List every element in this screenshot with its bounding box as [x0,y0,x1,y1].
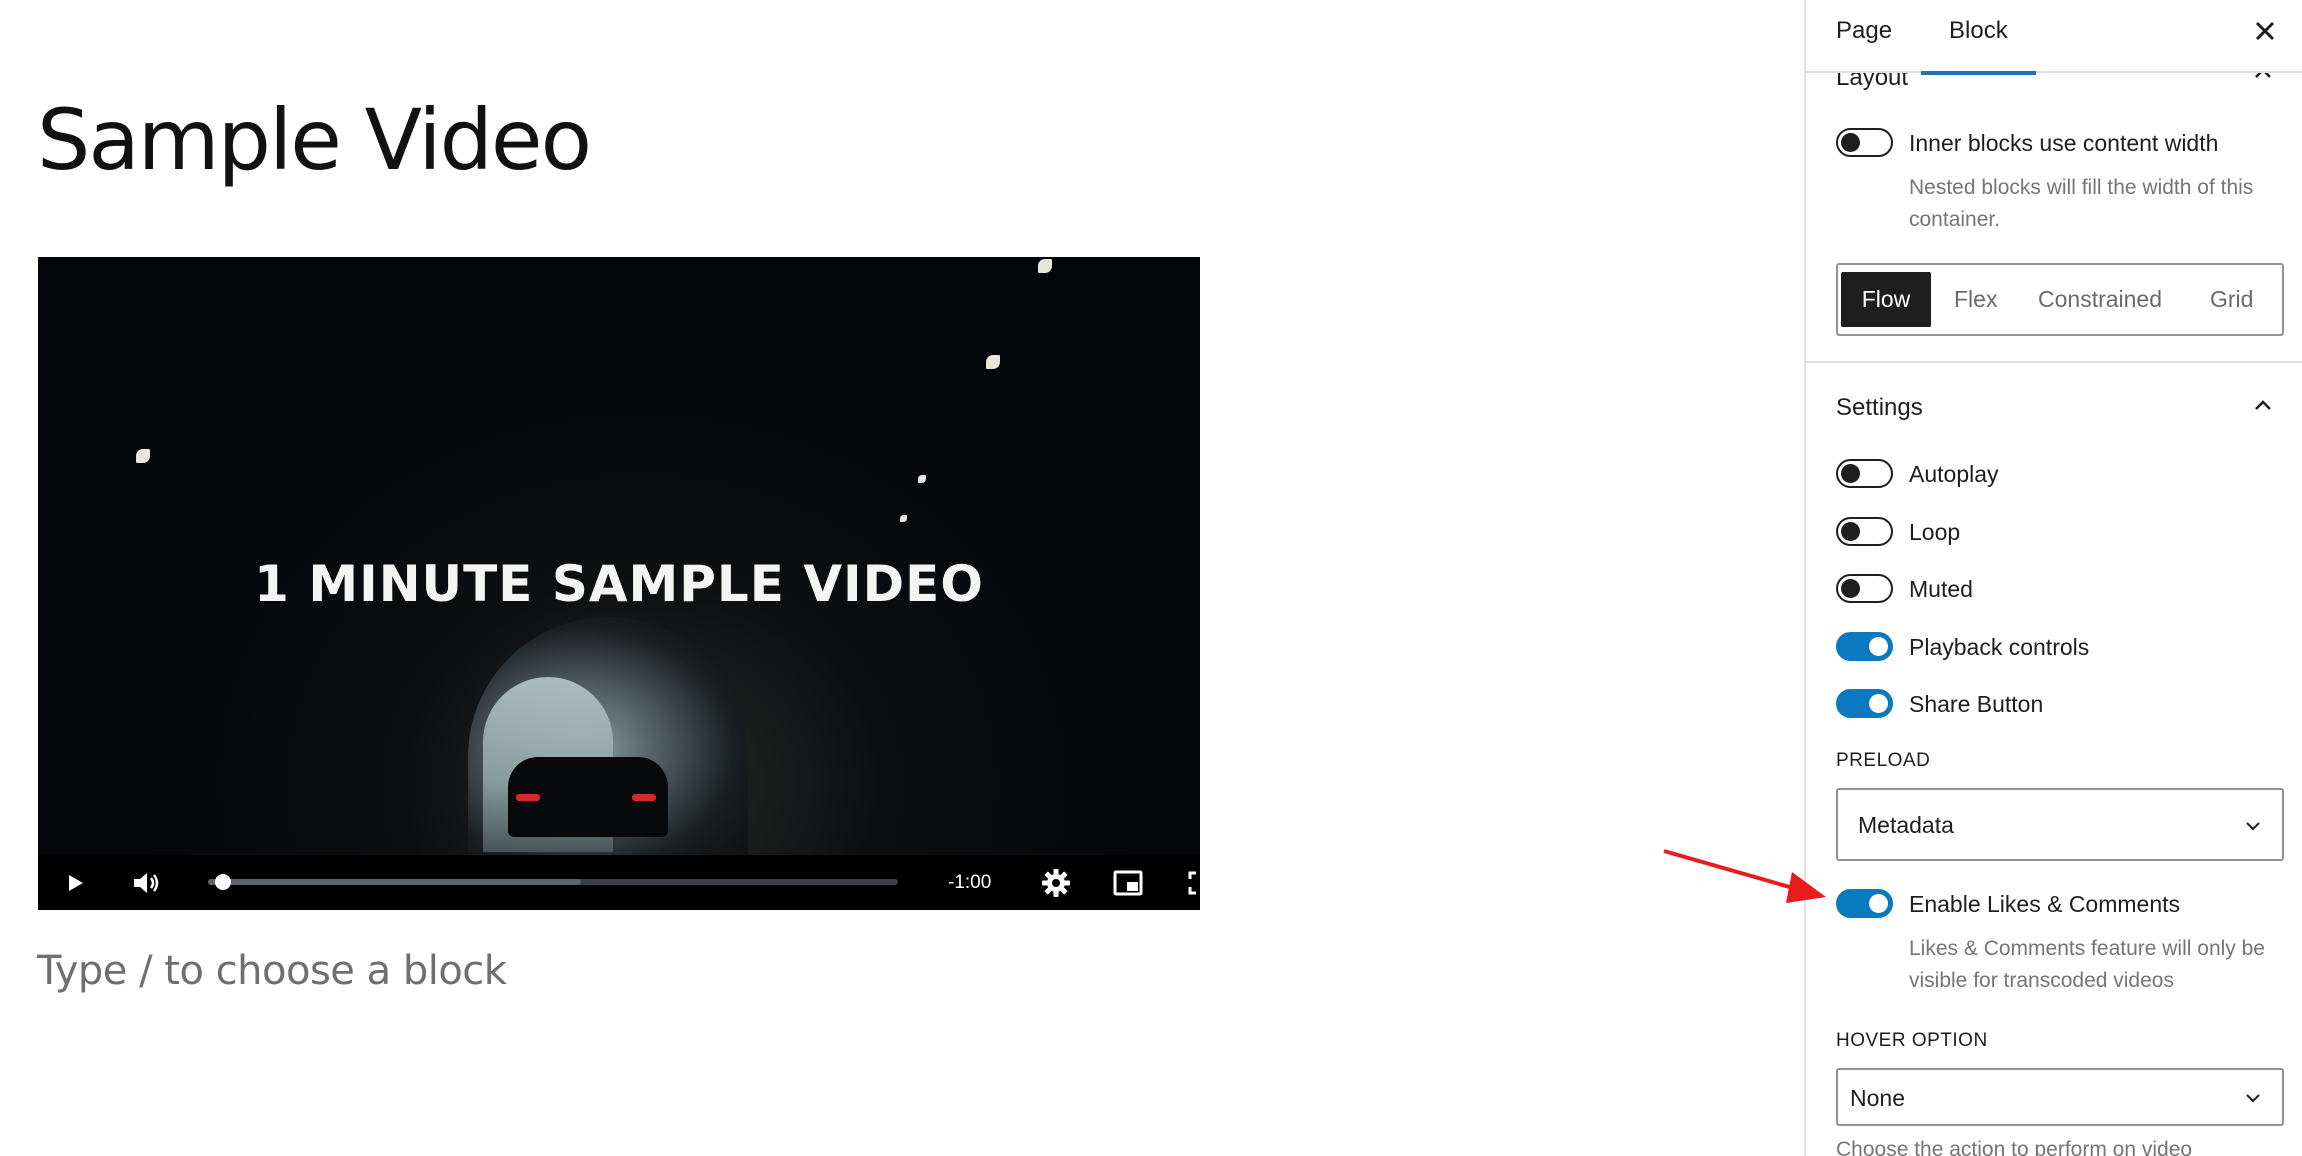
inner-blocks-help: Nested blocks will fill the width of thi… [1909,176,2254,231]
tail-light-right [632,794,656,801]
settings-button[interactable] [1032,855,1080,910]
preload-value: Metadata [1858,812,1954,838]
settings-heading[interactable]: Settings [1836,394,1923,422]
autoplay-label: Autoplay [1909,461,1999,487]
likes-comments-label: Enable Likes & Comments [1909,891,2181,917]
tab-page[interactable]: Page [1836,0,1892,73]
light-fleck [986,355,1000,369]
likes-comments-toggle[interactable] [1836,889,1893,918]
chevron-up-icon[interactable] [2250,392,2276,418]
share-button-toggle[interactable] [1836,689,1893,718]
layout-option-flex[interactable]: Flex [1954,272,1997,327]
tail-light-left [516,794,540,801]
muted-toggle[interactable] [1836,574,1893,603]
tab-block[interactable]: Block [1921,0,2036,75]
gear-icon [1042,868,1070,897]
light-fleck [1038,259,1052,273]
loop-toggle[interactable] [1836,517,1893,546]
inner-blocks-label: Inner blocks use content width [1909,130,2219,156]
progress-buffered [208,879,581,885]
layout-option-grid[interactable]: Grid [2210,272,2253,327]
block-appender[interactable]: Type / to choose a block [37,948,507,994]
layout-option-constrained[interactable]: Constrained [2038,272,2162,327]
likes-comments-help: Likes & Comments feature will only be vi… [1909,937,2265,992]
volume-icon [134,872,159,893]
video-block[interactable]: 1 MINUTE SAMPLE VIDEO -1:00 [38,257,1200,910]
share-button-label: Share Button [1909,691,2044,717]
hover-option-select[interactable]: None [1836,1068,2284,1126]
playback-controls-toggle[interactable] [1836,632,1893,661]
loop-label: Loop [1909,519,1961,545]
progress-handle[interactable] [214,874,231,890]
time-remaining: -1:00 [948,872,992,893]
hover-option-help: Choose the action to perform on video [1836,1138,2193,1156]
picture-in-picture-icon [1113,870,1143,895]
video-caption: 1 MINUTE SAMPLE VIDEO [254,555,984,613]
video-frame: 1 MINUTE SAMPLE VIDEO [38,257,1200,857]
divider [1806,361,2302,363]
post-title[interactable]: Sample Video [37,98,592,182]
playback-controls-label: Playback controls [1909,634,2090,660]
hover-option-label: HOVER OPTION [1836,1030,1988,1051]
light-fleck [918,475,926,483]
hover-option-value: None [1850,1085,1905,1111]
fullscreen-button[interactable] [1176,855,1200,910]
layout-type-selector: Flow Flex Constrained Grid [1836,263,2284,336]
fullscreen-icon [1188,871,1196,894]
preload-select[interactable]: Metadata [1836,788,2284,861]
muted-label: Muted [1909,576,1973,602]
settings-sidebar: Page Block Layout Inner blocks use conte… [1804,0,2302,1156]
preload-label: PRELOAD [1836,750,1931,771]
editor-canvas: Sample Video 1 MINUTE SAMPLE VIDEO -1:00… [0,0,1804,1156]
chevron-down-icon [2246,1094,2260,1103]
light-fleck [136,449,150,463]
close-icon[interactable] [2248,14,2282,48]
progress-bar[interactable] [208,874,898,890]
sidebar-tabs: Page Block [1806,0,2302,75]
chevron-down-icon [2246,822,2260,831]
inner-blocks-toggle[interactable] [1836,128,1893,157]
play-icon [69,874,83,891]
layout-option-flow[interactable]: Flow [1841,272,1931,327]
light-fleck [900,515,907,522]
play-button[interactable] [51,855,99,910]
picture-in-picture-button[interactable] [1104,855,1152,910]
autoplay-toggle[interactable] [1836,459,1893,488]
volume-button[interactable] [122,855,170,910]
video-controls: -1:00 [38,855,1200,910]
